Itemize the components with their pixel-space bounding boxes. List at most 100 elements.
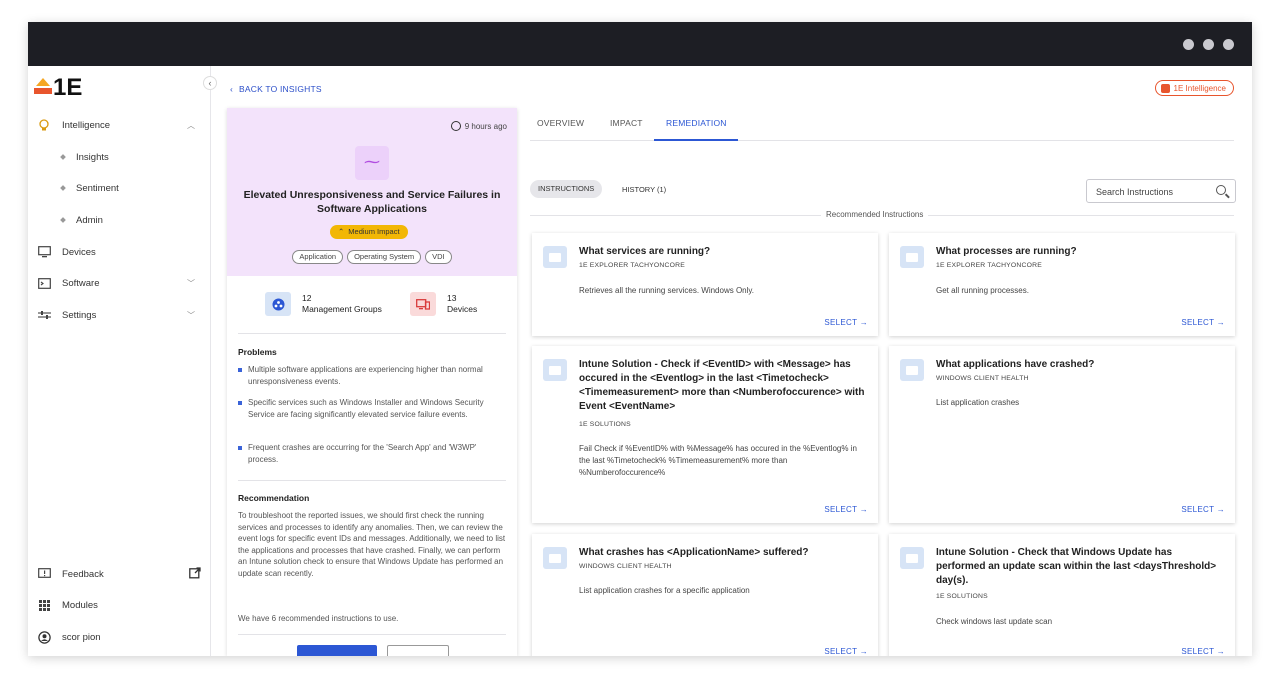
window-dot[interactable]	[1183, 39, 1194, 50]
recommended-instructions-label: Recommended Instructions	[821, 210, 929, 219]
folder-icon	[543, 246, 567, 268]
logo[interactable]: 1E	[34, 74, 82, 102]
divider	[238, 333, 506, 334]
sidebar-item-insights[interactable]: Insights	[28, 143, 211, 171]
search-input[interactable]: Search Instructions	[1086, 179, 1236, 203]
recommendation-text: To troubleshoot the reported issues, we …	[238, 511, 506, 578]
recommendation-count: We have 6 recommended instructions to us…	[238, 614, 399, 623]
bulb-icon	[37, 118, 51, 132]
card-source: 1E SOLUTIONS	[579, 421, 631, 428]
subtab-history[interactable]: HISTORY (1)	[622, 185, 666, 194]
stat-text: 12 Management Groups	[302, 293, 382, 315]
stat-text: 13 Devices	[447, 293, 477, 315]
select-button[interactable]: SELECT →	[1181, 647, 1225, 656]
chevron-down-icon: ﹀	[187, 278, 195, 288]
card-source: 1E SOLUTIONS	[936, 593, 988, 600]
divider	[238, 480, 506, 481]
monitor-icon	[37, 245, 51, 259]
card-description: Retrieves all the running services. Wind…	[579, 286, 755, 295]
active-tab-indicator	[654, 139, 738, 141]
stat-count: 12	[302, 293, 312, 303]
bullet-icon	[60, 217, 66, 223]
sidebar-item-modules[interactable]: Modules	[28, 591, 211, 619]
insight-header: 9 hours ago ⁓ Elevated Unresponsiveness …	[227, 108, 517, 276]
instruction-card[interactable]: What applications have crashed? WINDOWS …	[889, 346, 1235, 523]
problems-heading: Problems	[238, 347, 277, 357]
sidebar-item-admin[interactable]: Admin	[28, 206, 211, 234]
stat-label: Devices	[447, 304, 478, 314]
sidebar-item-software[interactable]: Software ﹀	[28, 269, 211, 297]
folder-icon	[900, 246, 924, 268]
select-button[interactable]: SELECT →	[1181, 318, 1225, 327]
time-ago: 9 hours ago	[464, 121, 507, 131]
sliders-icon	[37, 308, 51, 322]
sidebar-item-settings[interactable]: Settings ﹀	[28, 301, 211, 329]
sidebar-item-label: Admin	[76, 214, 103, 226]
folder-icon	[543, 359, 567, 381]
sidebar-item-intelligence[interactable]: Intelligence ︿	[28, 111, 211, 139]
problem-item: Frequent crashes are occurring for the '…	[238, 442, 506, 465]
stat-devices[interactable]: 13 Devices	[410, 292, 477, 316]
primary-action-button[interactable]	[297, 645, 377, 656]
external-link-icon[interactable]	[189, 567, 201, 582]
instruction-card[interactable]: Intune Solution - Check that Windows Upd…	[889, 534, 1235, 656]
tag-application[interactable]: Application	[292, 250, 344, 264]
folder-icon	[543, 547, 567, 569]
select-button[interactable]: SELECT →	[824, 505, 868, 514]
tag-list: Application Operating System VDI	[227, 250, 517, 264]
card-description: Check windows last update scan	[936, 617, 1053, 626]
sidebar-item-feedback[interactable]: Feedback	[28, 560, 211, 588]
grid-icon	[37, 598, 51, 612]
intelligence-badge-label: 1E Intelligence	[1173, 83, 1226, 93]
card-source: WINDOWS CLIENT HEALTH	[936, 375, 1029, 382]
insight-card: 9 hours ago ⁓ Elevated Unresponsiveness …	[227, 108, 517, 656]
back-link-label: BACK TO INSIGHTS	[239, 84, 322, 94]
trend-icon: ⁓	[355, 146, 389, 180]
card-title: What processes are running?	[936, 246, 1077, 257]
logo-text: 1E	[53, 74, 83, 101]
bullet-icon	[60, 154, 66, 160]
search-placeholder: Search Instructions	[1096, 187, 1174, 197]
impact-badge: ⌃ Medium Impact	[330, 225, 408, 239]
select-button[interactable]: SELECT →	[824, 318, 868, 327]
instruction-card[interactable]: Intune Solution - Check if <EventID> wit…	[532, 346, 878, 523]
card-source: 1E EXPLORER TACHYONCORE	[936, 262, 1042, 269]
card-description: List application crashes for a specific …	[579, 586, 750, 595]
intelligence-icon	[1160, 83, 1170, 93]
search-icon[interactable]	[1216, 185, 1226, 195]
sidebar-item-label: Devices	[62, 246, 96, 258]
select-button[interactable]: SELECT →	[824, 647, 868, 656]
tab-impact[interactable]: IMPACT	[610, 118, 643, 128]
chevron-up-icon: ︿	[187, 120, 195, 130]
tab-remediation[interactable]: REMEDIATION	[666, 118, 727, 128]
instruction-card[interactable]: What crashes has <ApplicationName> suffe…	[532, 534, 878, 656]
logo-mark-icon	[34, 78, 52, 98]
tag-vdi[interactable]: VDI	[425, 250, 452, 264]
sidebar-item-devices[interactable]: Devices	[28, 238, 211, 266]
sidebar-item-user[interactable]: scor pion	[28, 623, 211, 651]
card-description: List application crashes	[936, 398, 1020, 407]
window-dot[interactable]	[1223, 39, 1234, 50]
back-to-insights-link[interactable]: ‹ BACK TO INSIGHTS	[230, 84, 322, 94]
card-description: Fail Check if %EventID% with %Message% h…	[579, 444, 857, 477]
insight-time: 9 hours ago	[450, 121, 507, 131]
subtab-instructions[interactable]: INSTRUCTIONS	[530, 180, 603, 198]
title-bar	[28, 22, 1252, 66]
folder-icon	[900, 359, 924, 381]
sidebar-item-label: Feedback	[62, 568, 104, 580]
devices-icon	[410, 292, 436, 316]
intelligence-badge[interactable]: 1E Intelligence	[1154, 80, 1234, 96]
insight-title: Elevated Unresponsiveness and Service Fa…	[243, 189, 501, 215]
sidebar-item-sentiment[interactable]: Sentiment	[28, 174, 211, 202]
sidebar-item-label: Intelligence	[62, 119, 111, 131]
tab-overview[interactable]: OVERVIEW	[537, 118, 584, 128]
groups-icon	[265, 292, 291, 316]
secondary-action-button[interactable]	[387, 645, 449, 656]
instruction-card[interactable]: What processes are running? 1E EXPLORER …	[889, 233, 1235, 336]
tag-operating-system[interactable]: Operating System	[347, 250, 422, 264]
select-button[interactable]: SELECT →	[1181, 505, 1225, 514]
instruction-card[interactable]: What services are running? 1E EXPLORER T…	[532, 233, 878, 336]
window-dot[interactable]	[1203, 39, 1214, 50]
sidebar-item-label: Software	[62, 277, 100, 289]
stat-management-groups[interactable]: 12 Management Groups	[265, 292, 382, 316]
